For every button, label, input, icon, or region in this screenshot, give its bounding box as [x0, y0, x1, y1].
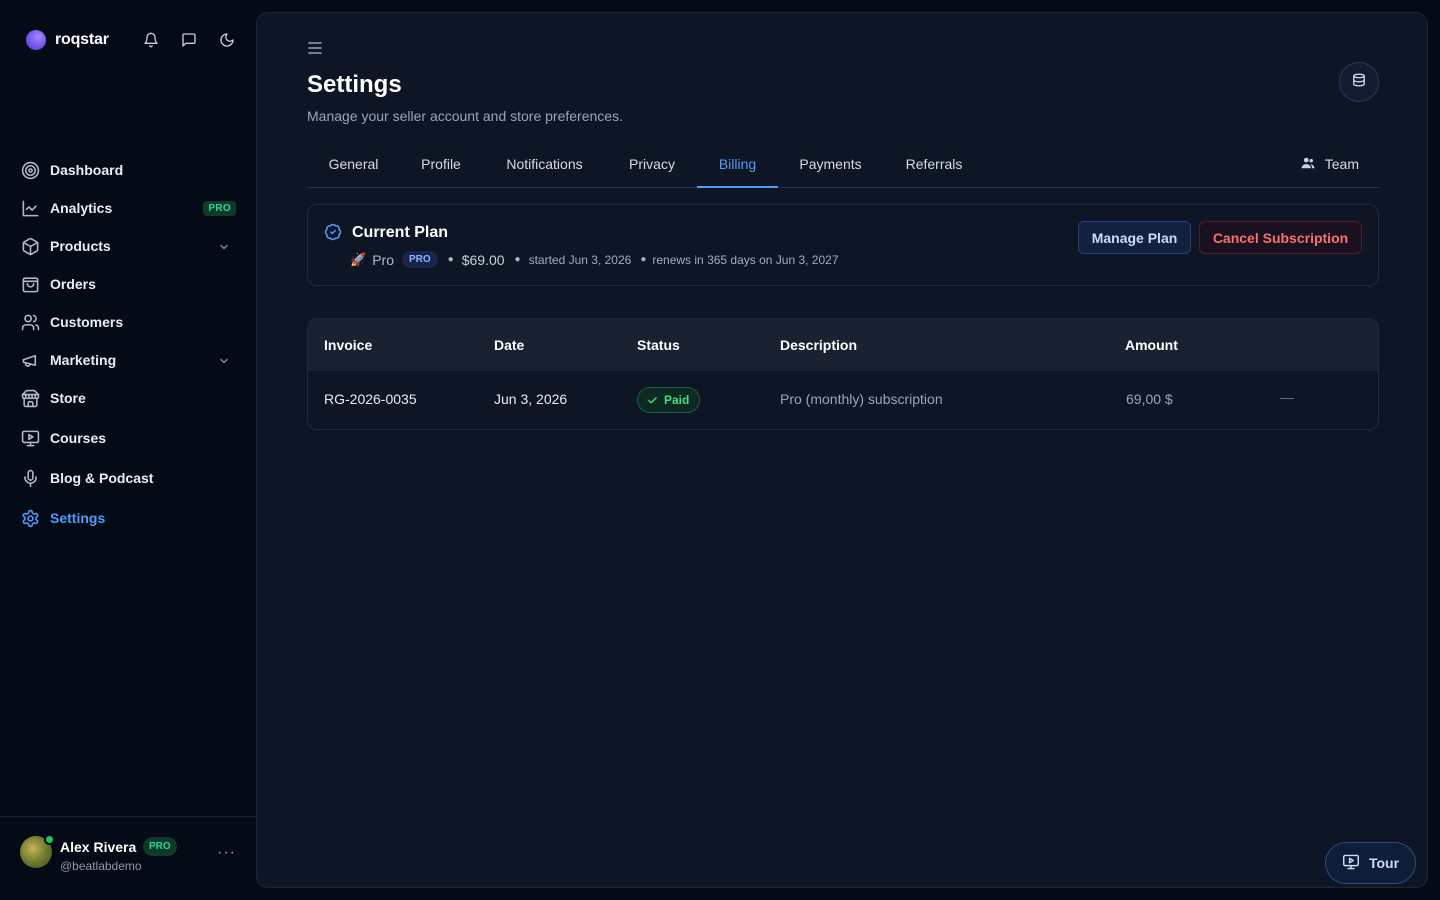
tour-label: Tour: [1368, 855, 1400, 871]
invoice-description: Pro (monthly) subscription: [780, 391, 943, 407]
plan-meta: 🚀 Pro PRO ● $69.00 ● started Jun 3, 2026…: [350, 251, 839, 268]
team-icon: [1301, 156, 1315, 172]
sidebar-item-customers[interactable]: Customers: [20, 307, 238, 337]
megaphone-icon: [20, 350, 40, 370]
sidebar-item-dashboard[interactable]: Dashboard: [20, 155, 238, 185]
user-pro-badge: PRO: [143, 837, 177, 856]
status-label: Paid: [664, 393, 690, 407]
users-icon: [20, 312, 40, 332]
tour-button[interactable]: Tour: [1325, 842, 1416, 884]
column-header-description: Description: [780, 337, 858, 353]
table-row[interactable]: RG-2026-0035 Jun 3, 2026 Paid Pro (month…: [308, 371, 1378, 429]
current-plan-card: Current Plan 🚀 Pro PRO ● $69.00 ● starte…: [307, 204, 1379, 286]
sidebar-item-label: Products: [50, 238, 111, 254]
presentation-icon: [20, 428, 40, 448]
tab-notifications[interactable]: Notifications: [482, 151, 607, 188]
brand[interactable]: roqstar: [26, 30, 109, 50]
sidebar-item-marketing[interactable]: Marketing: [20, 345, 238, 375]
chevron-down-icon[interactable]: [218, 240, 230, 258]
shopping-bag-icon: [20, 274, 40, 294]
main-panel: Settings Manage your seller account and …: [256, 12, 1428, 888]
tab-referrals[interactable]: Referrals: [883, 151, 985, 188]
sidebar: roqstar Dashboard Analytics PRO Products…: [0, 0, 256, 900]
status-badge: Paid: [637, 387, 701, 413]
separator-dot: ●: [514, 254, 521, 265]
database-icon: [1352, 72, 1366, 92]
plan-name: Pro: [372, 251, 394, 268]
invoice-amount: 69,00 $: [1126, 391, 1173, 407]
plan-renews: renews in 365 days on Jun 3, 2027: [652, 252, 839, 267]
sidebar-item-blog-podcast[interactable]: Blog & Podcast: [20, 463, 238, 493]
sidebar-item-label: Customers: [50, 314, 124, 330]
tab-profile[interactable]: Profile: [400, 151, 482, 188]
microphone-icon: [20, 468, 40, 488]
check-icon: [648, 396, 657, 403]
cancel-subscription-button[interactable]: Cancel Subscription: [1199, 221, 1362, 254]
hamburger-menu-icon[interactable]: [307, 41, 323, 60]
settings-tabs: General Profile Notifications Privacy Bi…: [307, 151, 1379, 188]
top-icons: [142, 30, 236, 50]
separator-dot: ●: [640, 254, 647, 265]
sidebar-item-orders[interactable]: Orders: [20, 269, 238, 299]
column-header-amount: Amount: [1125, 337, 1178, 353]
sidebar-item-products[interactable]: Products: [20, 231, 238, 261]
brand-logo-icon: [26, 30, 46, 50]
gear-icon: [20, 508, 40, 528]
message-icon[interactable]: [180, 30, 198, 50]
brand-name: roqstar: [55, 31, 109, 48]
page-subtitle: Manage your seller account and store pre…: [307, 108, 623, 124]
sidebar-item-settings[interactable]: Settings: [20, 503, 238, 533]
plan-price: $69.00: [461, 251, 505, 268]
sidebar-item-store[interactable]: Store: [20, 383, 238, 413]
tab-billing[interactable]: Billing: [697, 151, 778, 188]
database-button[interactable]: [1339, 62, 1379, 102]
more-options-icon[interactable]: ···: [217, 844, 236, 862]
sidebar-item-label: Dashboard: [50, 162, 124, 178]
plan-title: Current Plan: [352, 224, 449, 241]
invoice-date: Jun 3, 2026: [494, 391, 568, 407]
pro-badge: PRO: [203, 201, 236, 216]
tab-privacy[interactable]: Privacy: [607, 151, 697, 188]
box-icon: [20, 236, 40, 256]
sidebar-item-label: Courses: [50, 430, 107, 446]
column-header-date: Date: [494, 337, 525, 353]
invoice-action[interactable]: —: [1280, 389, 1294, 405]
tab-team-label: Team: [1324, 156, 1359, 172]
store-icon: [20, 388, 40, 408]
manage-plan-button[interactable]: Manage Plan: [1078, 221, 1191, 254]
invoices-table: Invoice Date Status Description Amount R…: [307, 318, 1379, 430]
plan-pro-badge: PRO: [401, 251, 438, 268]
sidebar-item-label: Store: [50, 390, 86, 406]
sidebar-item-courses[interactable]: Courses: [20, 423, 238, 453]
badge-check-icon: [324, 223, 342, 246]
tab-payments[interactable]: Payments: [778, 151, 883, 188]
moon-icon[interactable]: [218, 30, 236, 50]
separator-dot: ●: [447, 254, 454, 265]
target-icon: [20, 160, 40, 180]
plan-started: started Jun 3, 2026: [528, 252, 632, 267]
rocket-icon: 🚀: [350, 251, 367, 267]
column-header-status: Status: [637, 337, 680, 353]
bell-icon[interactable]: [142, 30, 160, 50]
online-status-dot: [44, 834, 55, 845]
presentation-icon: [1342, 854, 1360, 873]
sidebar-divider: [0, 816, 256, 817]
invoice-number: RG-2026-0035: [324, 391, 417, 407]
tab-team[interactable]: Team: [1301, 156, 1359, 172]
sidebar-item-analytics[interactable]: Analytics PRO: [20, 193, 238, 223]
sidebar-item-label: Blog & Podcast: [50, 470, 154, 486]
page-title: Settings: [307, 71, 402, 98]
sidebar-item-label: Settings: [50, 510, 106, 526]
sidebar-item-label: Marketing: [50, 352, 117, 368]
sidebar-item-label: Analytics: [50, 200, 113, 216]
chart-line-icon: [20, 198, 40, 218]
user-handle: @beatlabdemo: [60, 859, 142, 873]
sidebar-item-label: Orders: [50, 276, 96, 292]
table-header: Invoice Date Status Description Amount: [308, 319, 1378, 371]
chevron-down-icon[interactable]: [218, 354, 230, 372]
user-profile[interactable]: Alex Rivera PRO @beatlabdemo ···: [20, 834, 240, 874]
tab-general[interactable]: General: [307, 151, 400, 188]
user-name: Alex Rivera: [60, 839, 137, 855]
column-header-invoice: Invoice: [324, 337, 373, 353]
